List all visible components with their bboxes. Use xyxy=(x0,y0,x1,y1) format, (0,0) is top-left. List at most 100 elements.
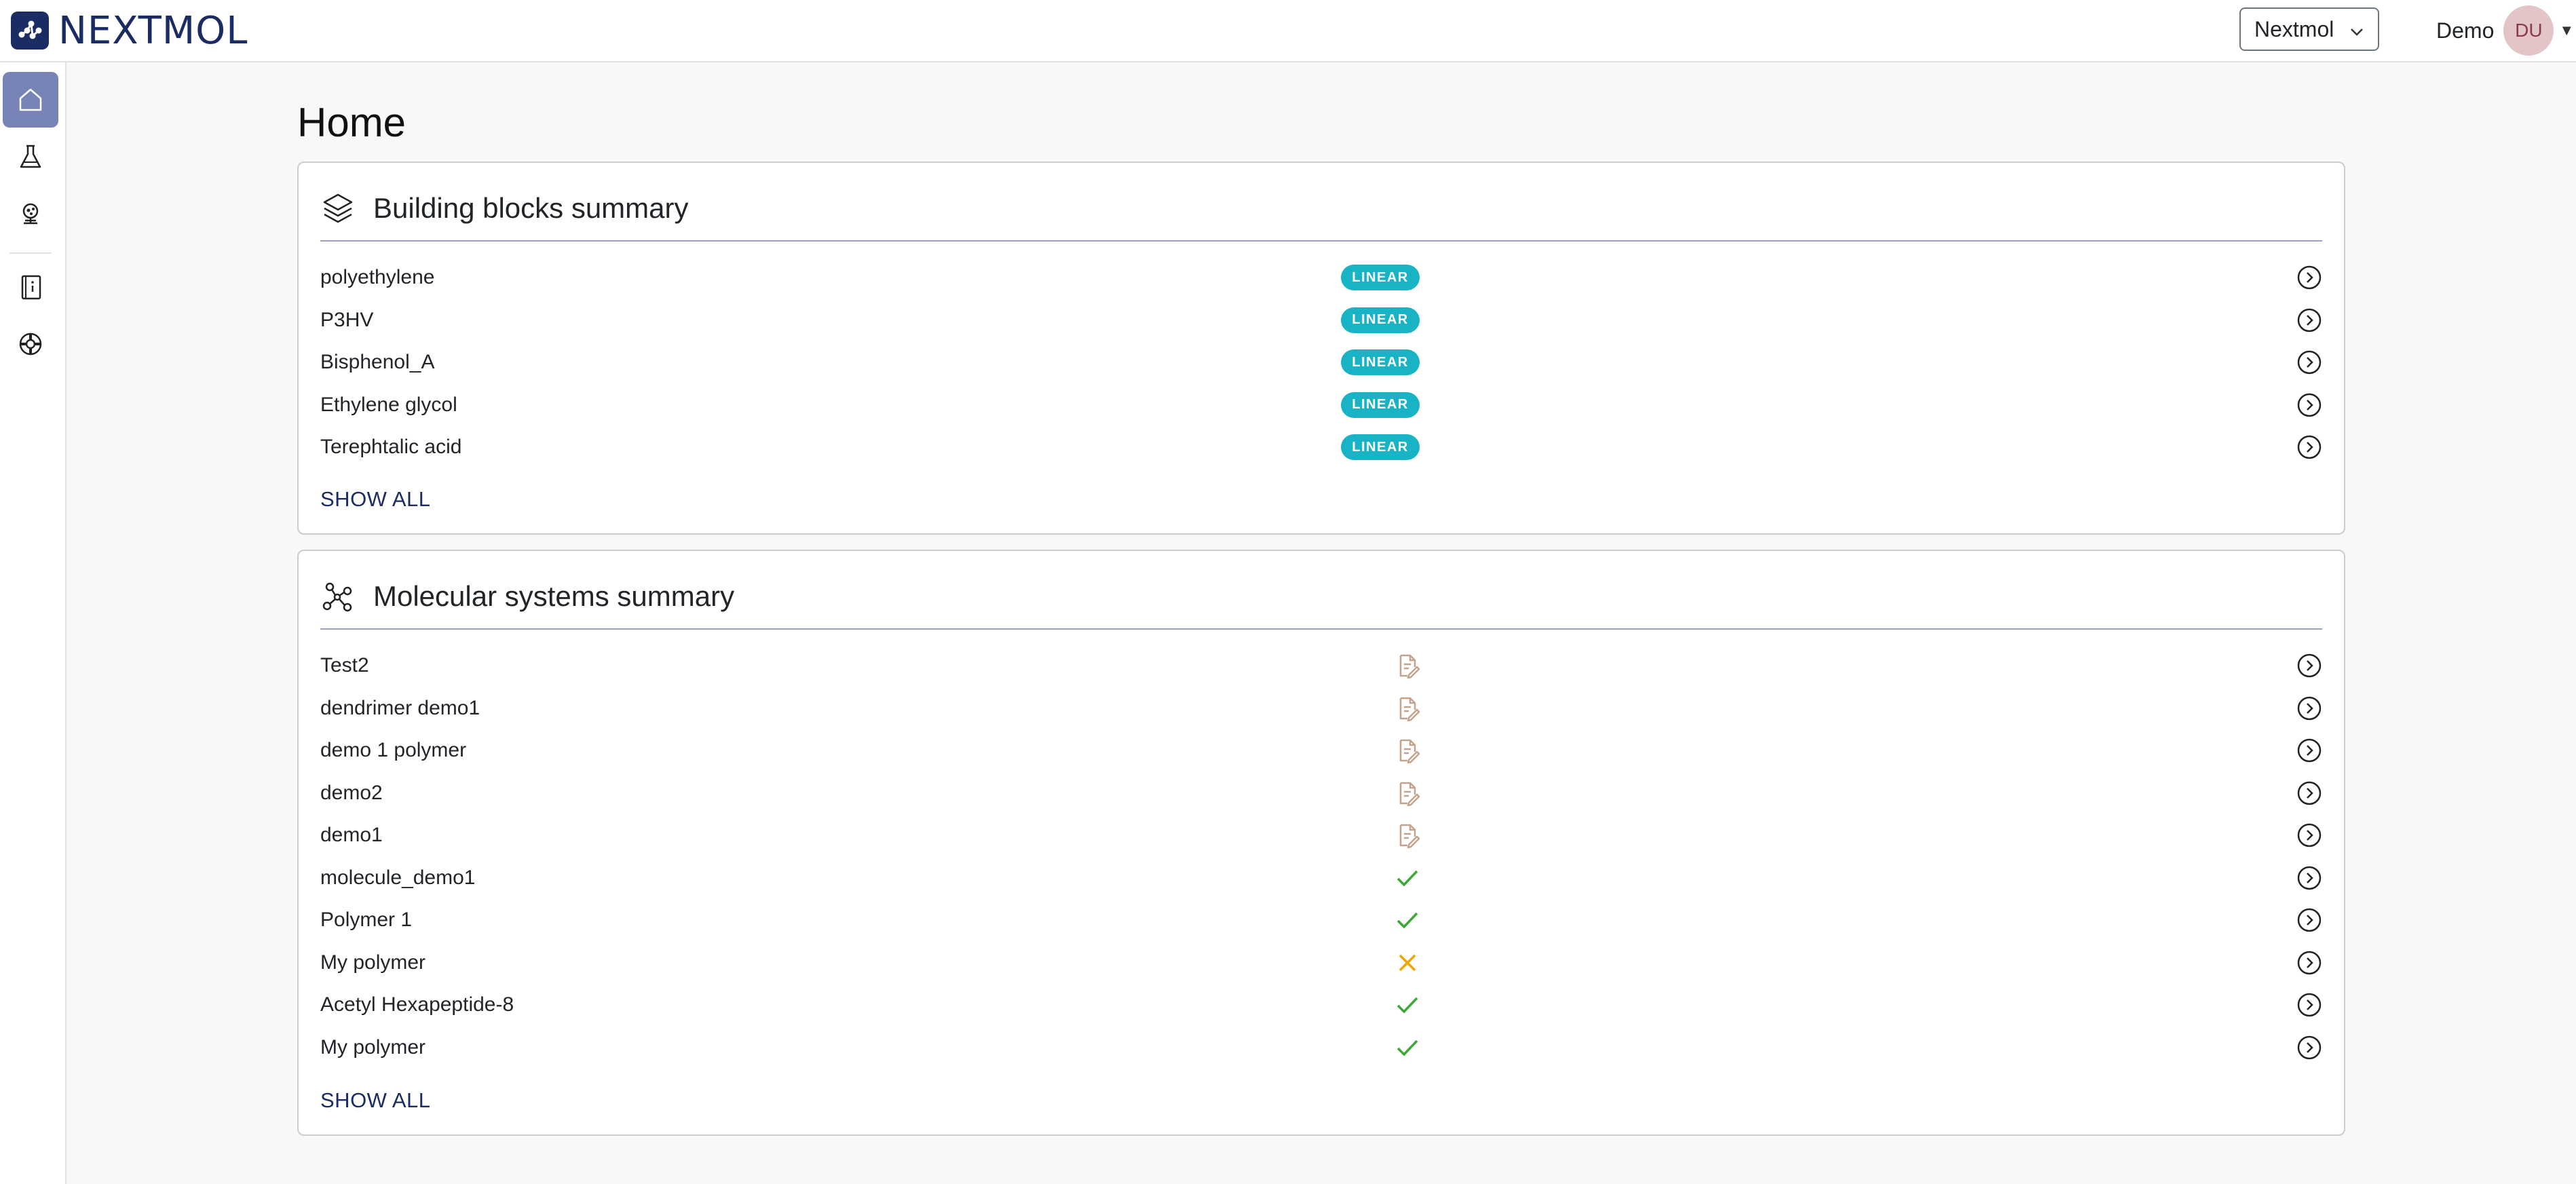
building-block-row[interactable]: polyethylene LINEAR xyxy=(320,256,2322,299)
chevron-circle-right-icon[interactable] xyxy=(2296,1035,2322,1061)
molecular-systems-header: Molecular systems summary xyxy=(320,551,2322,630)
building-block-type: LINEAR xyxy=(1341,265,1420,290)
avatar[interactable]: DU xyxy=(2503,5,2554,56)
sidebar-item-support[interactable] xyxy=(3,316,58,372)
open-molecular-system-button[interactable] xyxy=(2296,653,2322,682)
linear-badge: LINEAR xyxy=(1341,434,1420,460)
status-badge xyxy=(1394,906,1421,934)
chevron-circle-right-icon[interactable] xyxy=(2296,780,2322,806)
documentation-icon xyxy=(21,275,41,300)
molecular-system-name: My polymer xyxy=(320,1035,426,1058)
brand-logo[interactable]: NEXTMOL xyxy=(11,9,248,53)
open-building-block-button[interactable] xyxy=(2296,307,2322,337)
molecular-system-row[interactable]: Test2 xyxy=(320,645,2322,687)
draft-document-icon xyxy=(1399,782,1420,806)
status-badge xyxy=(1394,652,1421,679)
building-block-type: LINEAR xyxy=(1341,349,1420,375)
status-badge xyxy=(1394,949,1421,976)
sidebar-item-home[interactable] xyxy=(3,72,58,128)
molecular-system-name: demo 1 polymer xyxy=(320,739,467,761)
molecular-system-name: demo2 xyxy=(320,781,383,804)
building-block-name: Ethylene glycol xyxy=(320,393,457,416)
draft-document-icon xyxy=(1399,697,1420,721)
linear-badge: LINEAR xyxy=(1341,392,1420,418)
building-block-name: P3HV xyxy=(320,308,374,331)
molecular-system-name: My polymer xyxy=(320,951,426,974)
sidebar-item-lab[interactable] xyxy=(3,129,58,185)
chevron-circle-right-icon[interactable] xyxy=(2296,865,2322,891)
chevron-circle-right-icon[interactable] xyxy=(2296,434,2322,460)
molecular-system-row[interactable]: molecule_demo1 xyxy=(320,857,2322,899)
chevron-circle-right-icon[interactable] xyxy=(2296,695,2322,721)
status-badge xyxy=(1394,780,1421,807)
open-building-block-button[interactable] xyxy=(2296,434,2322,463)
molecular-system-row[interactable]: demo1 xyxy=(320,814,2322,856)
open-building-block-button[interactable] xyxy=(2296,392,2322,421)
chevron-circle-right-icon[interactable] xyxy=(2296,265,2322,290)
support-lifebuoy-icon xyxy=(19,332,42,356)
molecular-system-row[interactable]: Acetyl Hexapeptide-8 xyxy=(320,984,2322,1026)
chevron-circle-right-icon[interactable] xyxy=(2296,653,2322,679)
molecular-system-row[interactable]: My polymer xyxy=(320,1027,2322,1069)
open-molecular-system-button[interactable] xyxy=(2296,695,2322,725)
molecular-system-row[interactable]: demo 1 polymer xyxy=(320,729,2322,771)
flask-icon xyxy=(20,145,41,168)
molecular-system-name: Acetyl Hexapeptide-8 xyxy=(320,993,514,1016)
sidebar-item-viewer[interactable] xyxy=(3,186,58,242)
molecular-system-name: molecule_demo1 xyxy=(320,866,476,889)
caret-down-icon[interactable]: ▼ xyxy=(2559,22,2574,39)
chevron-circle-right-icon[interactable] xyxy=(2296,822,2322,848)
open-molecular-system-button[interactable] xyxy=(2296,738,2322,767)
status-badge xyxy=(1394,822,1421,849)
building-block-row[interactable]: Terephtalic acid LINEAR xyxy=(320,426,2322,468)
open-molecular-system-button[interactable] xyxy=(2296,780,2322,809)
chevron-circle-right-icon[interactable] xyxy=(2296,950,2322,976)
molecular-systems-title: Molecular systems summary xyxy=(373,580,735,612)
user-name: Demo xyxy=(2436,18,2495,43)
molecular-systems-card: Molecular systems summary Test2 dendrimer… xyxy=(297,550,2345,1136)
building-block-row[interactable]: P3HV LINEAR xyxy=(320,299,2322,341)
molecular-systems-show-all-link[interactable]: SHOW ALL xyxy=(320,1088,431,1113)
sidebar xyxy=(0,62,67,1184)
sidebar-item-documentation[interactable] xyxy=(3,259,58,315)
chevron-circle-right-icon[interactable] xyxy=(2296,738,2322,763)
chevron-circle-right-icon[interactable] xyxy=(2296,392,2322,418)
home-icon xyxy=(19,88,42,111)
check-icon xyxy=(1397,997,1418,1014)
organization-select[interactable]: Nextmol xyxy=(2239,7,2379,51)
molecule-icon xyxy=(322,582,352,612)
molecule-viewer-icon xyxy=(22,203,39,225)
open-building-block-button[interactable] xyxy=(2296,349,2322,379)
molecular-system-row[interactable]: Polymer 1 xyxy=(320,899,2322,941)
top-bar: NEXTMOL Nextmol Demo DU ▼ xyxy=(0,0,2576,62)
chevron-down-icon xyxy=(2348,21,2366,46)
user-menu[interactable]: Demo DU ▼ xyxy=(2436,5,2574,56)
chevron-circle-right-icon[interactable] xyxy=(2296,349,2322,375)
chevron-circle-right-icon[interactable] xyxy=(2296,307,2322,333)
molecular-system-row[interactable]: dendrimer demo1 xyxy=(320,687,2322,729)
organization-select-value: Nextmol xyxy=(2254,16,2334,41)
molecular-system-name: Test2 xyxy=(320,654,369,676)
linear-badge: LINEAR xyxy=(1341,349,1420,375)
molecular-system-row[interactable]: demo2 xyxy=(320,772,2322,814)
molecular-system-row[interactable]: My polymer xyxy=(320,942,2322,984)
sidebar-divider xyxy=(10,252,52,254)
molecular-system-name: Polymer 1 xyxy=(320,909,413,931)
check-icon xyxy=(1397,912,1418,929)
building-block-row[interactable]: Ethylene glycol LINEAR xyxy=(320,384,2322,426)
open-molecular-system-button[interactable] xyxy=(2296,822,2322,852)
building-block-name: Terephtalic acid xyxy=(320,436,462,458)
building-block-name: Bisphenol_A xyxy=(320,351,435,373)
chevron-circle-right-icon[interactable] xyxy=(2296,907,2322,933)
building-blocks-card: Building blocks summary polyethylene LINE… xyxy=(297,161,2345,535)
building-blocks-show-all-link[interactable]: SHOW ALL xyxy=(320,487,431,512)
open-molecular-system-button[interactable] xyxy=(2296,992,2322,1021)
open-molecular-system-button[interactable] xyxy=(2296,907,2322,936)
open-molecular-system-button[interactable] xyxy=(2296,950,2322,979)
building-block-row[interactable]: Bisphenol_A LINEAR xyxy=(320,341,2322,383)
open-molecular-system-button[interactable] xyxy=(2296,1035,2322,1064)
open-molecular-system-button[interactable] xyxy=(2296,865,2322,894)
building-blocks-title: Building blocks summary xyxy=(373,192,689,224)
chevron-circle-right-icon[interactable] xyxy=(2296,992,2322,1018)
open-building-block-button[interactable] xyxy=(2296,265,2322,294)
